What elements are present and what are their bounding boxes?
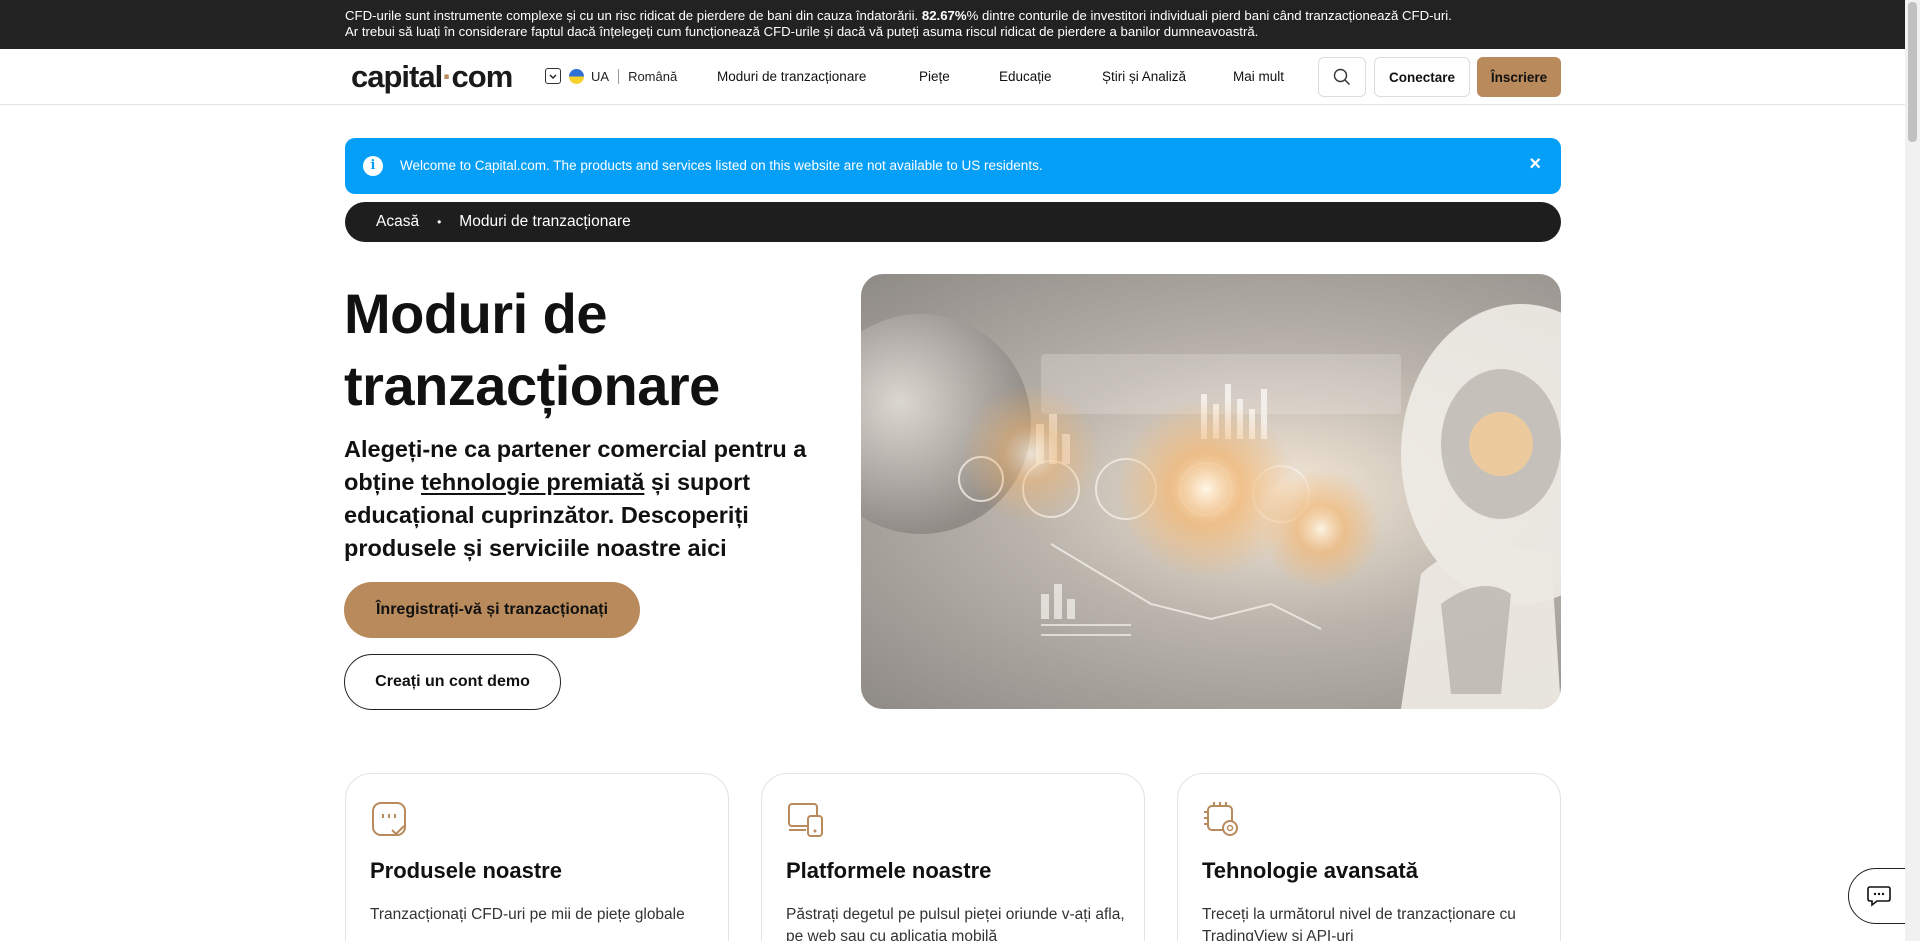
breadcrumb: Acasă • Moduri de tranzacționare: [345, 202, 1561, 242]
card-title: Tehnologie avansată: [1202, 858, 1418, 883]
info-icon: i: [363, 156, 383, 176]
breadcrumb-current: Moduri de tranzacționare: [459, 213, 631, 230]
card-text: Treceți la următorul nivel de tranzacțio…: [1202, 906, 1516, 941]
notice-text: Welcome to Capital.com. The products and…: [400, 158, 1043, 173]
us-residents-notice: i Welcome to Capital.com. The products a…: [345, 138, 1561, 194]
card-technology[interactable]: Tehnologie avansată Treceți la următorul…: [1177, 773, 1561, 941]
scroll-thumb[interactable]: [1908, 2, 1917, 142]
platforms-icon: [788, 803, 823, 837]
chevron-down-icon: [545, 68, 561, 84]
locale-selector[interactable]: UA Română: [545, 68, 677, 84]
site-header: capital·com UA Română Moduri de tranzacț…: [0, 49, 1905, 105]
card-text: Păstrați degetul pe pulsul pieței oriund…: [786, 906, 1125, 941]
risk-percent: 82.67%: [921, 8, 967, 23]
card-title: Produsele noastre: [370, 858, 562, 883]
search-button[interactable]: [1318, 57, 1366, 97]
close-icon[interactable]: ×: [1529, 153, 1541, 176]
nav-news-analysis[interactable]: Știri și Analiză: [1102, 69, 1186, 84]
nav-trading-modes[interactable]: Moduri de tranzacționare: [717, 69, 866, 84]
hero-robot-image: [861, 274, 1561, 709]
chat-button[interactable]: [1848, 868, 1910, 924]
nav-education[interactable]: Educație: [999, 69, 1052, 84]
nav-more[interactable]: Mai mult: [1233, 69, 1284, 84]
signup-button[interactable]: Înscriere: [1477, 57, 1561, 97]
page-title: Moduri de tranzacționare: [344, 282, 720, 417]
card-text: Tranzacționați CFD-uri pe mii de piețe g…: [370, 906, 685, 923]
hero-subtitle: Alegeți-ne ca partener comercial pentru …: [344, 436, 807, 561]
card-products[interactable]: Produsele noastre Tranzacționați CFD-uri…: [345, 773, 729, 941]
products-icon: [372, 802, 406, 836]
risk-warning-banner: CFD-urile sunt instrumente complexe și c…: [0, 0, 1905, 49]
country-code: UA: [591, 68, 610, 84]
award-technology-link[interactable]: tehnologie premiată: [421, 469, 644, 495]
demo-account-button[interactable]: Creați un cont demo: [344, 654, 561, 710]
nav-markets[interactable]: Piețe: [919, 69, 950, 84]
divider: [618, 68, 620, 84]
card-platforms[interactable]: Platformele noastre Păstrați degetul pe …: [761, 773, 1145, 941]
logo[interactable]: capital·com: [351, 59, 513, 95]
technology-icon: [1204, 802, 1238, 836]
chat-icon: [1867, 886, 1891, 907]
risk-warning-text: CFD-urile sunt instrumente complexe și c…: [345, 8, 1452, 39]
breadcrumb-separator: •: [437, 215, 442, 229]
ukraine-flag-icon: [569, 68, 584, 84]
page-scrollbar[interactable]: [1905, 0, 1920, 941]
breadcrumb-home[interactable]: Acasă: [376, 213, 419, 231]
language-label: Română: [628, 68, 678, 84]
search-icon: [1333, 68, 1350, 85]
login-button[interactable]: Conectare: [1374, 57, 1470, 97]
register-trade-button[interactable]: Înregistrați-vă și tranzacționați: [344, 582, 640, 638]
card-title: Platformele noastre: [786, 858, 992, 883]
